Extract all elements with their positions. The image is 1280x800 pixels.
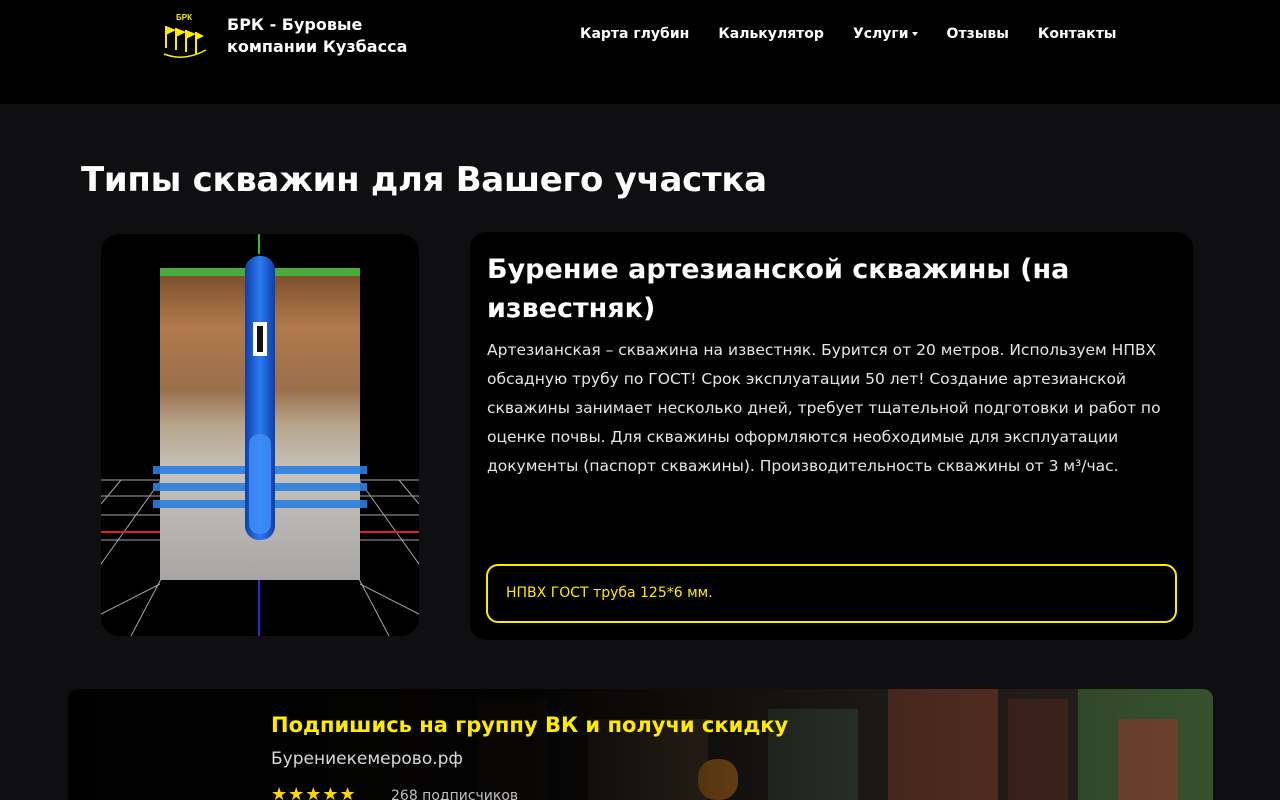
banner-title: Подпишись на группу ВК и получи скидку [271, 713, 789, 737]
nav-item-reviews[interactable]: Отзывы [947, 26, 1009, 42]
logo-text: БРК [176, 13, 192, 22]
nav-item-calculator[interactable]: Калькулятор [718, 26, 824, 42]
card-title: Бурение артезианской скважины (на извест… [487, 254, 1070, 324]
banner-site: Бурениекемерово.рф [271, 749, 463, 769]
brand-logo-icon[interactable]: БРК [160, 10, 208, 60]
nav-label: Контакты [1037, 26, 1117, 42]
pipe-spec-text: НПВХ ГОСТ труба 125*6 мм. [506, 585, 713, 601]
well-info-card: Бурение артезианской скважины (на извест… [470, 232, 1193, 640]
nav-item-depth-map[interactable]: Карта глубин [580, 26, 689, 42]
section-title: Типы скважин для Вашего участка [81, 160, 767, 200]
well-illustration [101, 234, 419, 636]
nav-item-services[interactable]: Услуги [853, 26, 918, 42]
main-nav: Карта глубин Калькулятор Услуги Отзывы К… [580, 26, 1145, 42]
nav-item-contacts[interactable]: Контакты [1038, 26, 1117, 42]
banner-overlay [68, 689, 1213, 800]
brand-name[interactable]: БРК - Буровые компании Кузбасса [227, 14, 427, 58]
nav-label: Услуги [852, 26, 909, 42]
card-description: Артезианская – скважина на известняк. Бу… [487, 341, 1161, 475]
subscribers-count: 268 подписчиков [391, 788, 519, 800]
pipe-spec-box: НПВХ ГОСТ труба 125*6 мм. [486, 564, 1177, 623]
site-header: БРК БРК - Буровые компании Кузбасса Карт… [0, 0, 1280, 104]
brand-text: БРК - Буровые компании Кузбасса [227, 15, 408, 56]
nav-label: Отзывы [946, 26, 1009, 42]
caret-down-icon [911, 32, 918, 36]
vk-subscribe-banner[interactable]: Подпишись на группу ВК и получи скидку Б… [68, 689, 1213, 800]
nav-label: Карта глубин [580, 26, 690, 42]
star-icon: ★★★★★ [271, 784, 357, 800]
nav-label: Калькулятор [718, 26, 824, 42]
